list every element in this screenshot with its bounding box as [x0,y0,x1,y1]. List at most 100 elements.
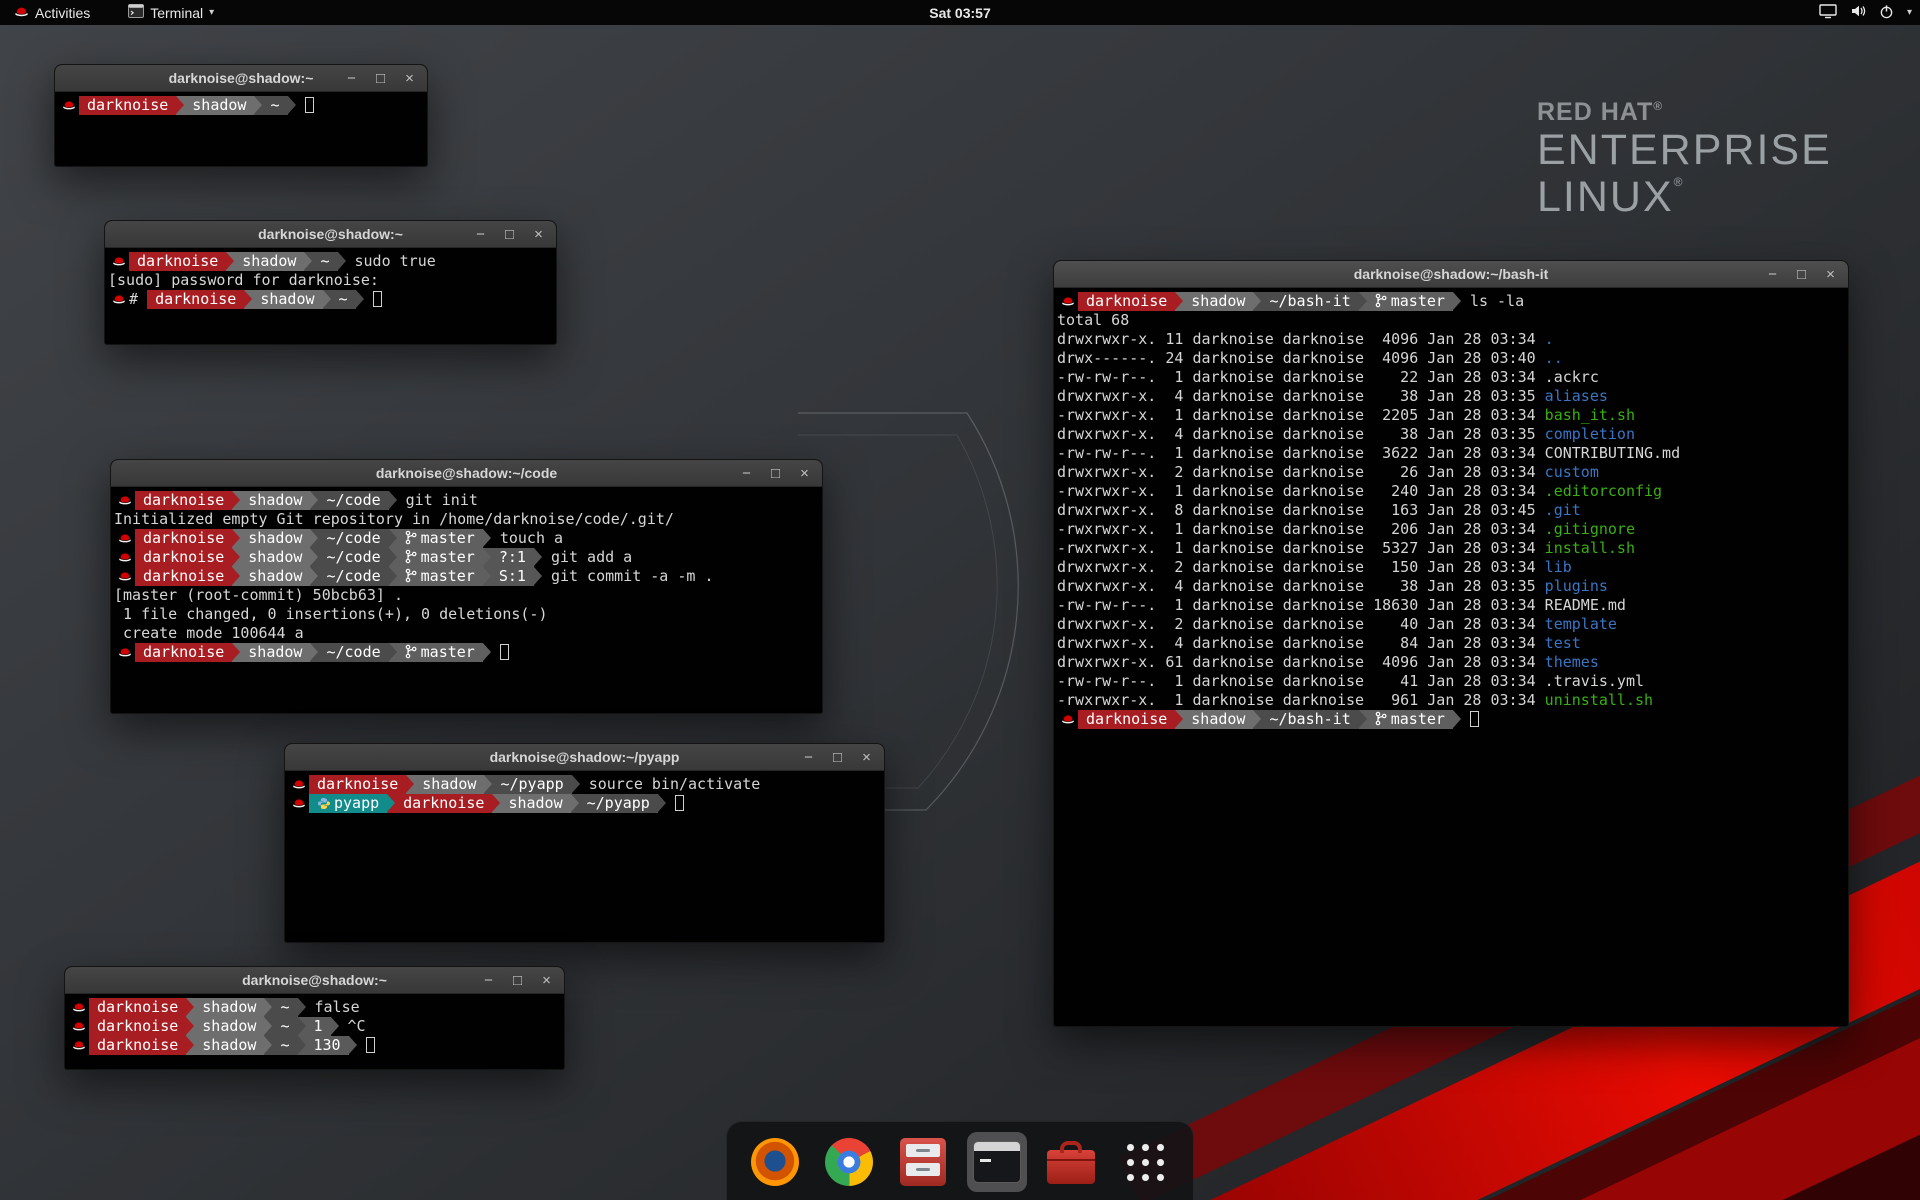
powerline-separator [264,1017,272,1036]
terminal-line: -rwxrwxr-x. 1 darknoise darknoise 206 Ja… [1057,520,1845,539]
output-text: aliases [1545,387,1608,405]
terminal-content[interactable]: darknoiseshadow~falsedarknoiseshadow~1^C… [65,994,564,1059]
output-text: drwxrwxr-x. 61 darknoise darknoise 4096 … [1057,653,1545,671]
toolbox-icon [1047,1150,1095,1184]
close-button[interactable]: × [531,227,546,242]
maximize-button[interactable]: □ [1794,267,1809,282]
firefox-icon [751,1138,799,1186]
terminal-line: pyappdarknoiseshadow~/pyapp [288,794,881,813]
powerline-separator [356,290,364,309]
prompt-segment-host: shadow [414,775,484,794]
powerline-separator-triangle [288,96,296,114]
powerline-separator [658,794,666,813]
terminal-content[interactable]: darknoiseshadow~/bash-itmasterls -latota… [1054,288,1848,733]
output-text: -rwxrwxr-x. 1 darknoise darknoise 961 Ja… [1057,691,1545,709]
powerline-separator-triangle [492,794,500,812]
minimize-button[interactable]: − [739,466,754,481]
minimize-button[interactable]: − [481,973,496,988]
powerline-separator [310,567,318,586]
window-titlebar[interactable]: darknoise@shadow:~−□× [105,221,556,248]
prompt-segment-path: ~/pyapp [492,775,571,794]
powerline-separator [1175,710,1183,729]
top-bar: Activities Terminal ▾ Sat 03:57 ▾ [0,0,1920,25]
prompt-segment-user: darknoise [129,252,226,271]
caret-down-icon: ▾ [1907,7,1912,18]
terminal-content[interactable]: darknoiseshadow~/codegit initInitialized… [111,487,822,666]
output-text: # [129,290,147,308]
powerline-separator [298,1036,306,1055]
minimize-button[interactable]: − [473,227,488,242]
software-toolbox-launcher[interactable] [1041,1132,1101,1192]
powerline-separator-triangle [310,548,318,566]
system-status-area[interactable]: ▾ [1819,0,1912,25]
terminal-launcher[interactable] [967,1132,1027,1192]
powerline-separator-triangle [310,491,318,509]
python-icon [317,797,330,810]
redhat-prompt-icon [68,1017,89,1036]
clock[interactable]: Sat 03:57 [929,5,990,21]
window-title: darknoise@shadow:~/bash-it [1354,266,1549,282]
prompt-segment-git: master [397,529,483,548]
maximize-button[interactable]: □ [373,71,388,86]
powerline-separator [338,252,346,271]
window-titlebar[interactable]: darknoise@shadow:~/code−□× [111,460,822,487]
activities-button[interactable]: Activities [8,0,96,25]
powerline-separator [186,998,194,1017]
powerline-separator [1359,710,1367,729]
powerline-separator-triangle [232,567,240,585]
powerline-separator [492,794,500,813]
close-button[interactable]: × [859,750,874,765]
minimize-button[interactable]: − [1765,267,1780,282]
close-button[interactable]: × [797,466,812,481]
output-text: [master (root-commit) 50bcb63] . [114,586,403,604]
output-text: [sudo] password for darknoise: [108,271,379,289]
maximize-button[interactable]: □ [510,973,525,988]
terminal-line: darknoiseshadow~sudo true [108,252,553,271]
maximize-button[interactable]: □ [502,227,517,242]
close-button[interactable]: × [1823,267,1838,282]
terminal-window: darknoise@shadow:~/pyapp−□×darknoiseshad… [284,743,885,943]
powerline-separator [406,775,414,794]
output-text: create mode 100644 a [114,624,304,642]
redhat-prompt-glyph [1061,294,1075,308]
prompt-segment-user: darknoise [1078,710,1175,729]
terminal-content[interactable]: darknoiseshadow~ [55,92,427,119]
window-titlebar[interactable]: darknoise@shadow:~/bash-it −□ × [1054,261,1848,288]
terminal-line: # darknoiseshadow~ [108,290,553,309]
minimize-button[interactable]: − [801,750,816,765]
prompt-segment-git: master [397,643,483,662]
files-launcher[interactable] [893,1132,953,1192]
minimize-button[interactable]: − [344,71,359,86]
terminal-content[interactable]: darknoiseshadow~sudo true[sudo] password… [105,248,556,313]
terminal-line: darknoiseshadow~/codegit init [114,491,819,510]
powerline-separator [331,1017,339,1036]
close-button[interactable]: × [402,71,417,86]
prompt-segment-host: shadow [194,1017,264,1036]
powerline-separator-triangle [406,775,414,793]
window-titlebar[interactable]: darknoise@shadow:~−□× [55,65,427,92]
git-branch-icon [405,644,417,659]
terminal-content[interactable]: darknoiseshadow~/pyappsource bin/activat… [285,771,884,817]
maximize-button[interactable]: □ [768,466,783,481]
chrome-launcher[interactable] [819,1132,879,1192]
powerline-separator-triangle [186,1036,194,1054]
output-text: drwxrwxr-x. 8 darknoise darknoise 163 Ja… [1057,501,1545,519]
firefox-launcher[interactable] [745,1132,805,1192]
terminal-line: drwxrwxr-x. 8 darknoise darknoise 163 Ja… [1057,501,1845,520]
window-controls: −□ × [1765,261,1838,287]
powerline-separator-triangle [232,491,240,509]
output-text: . [1545,330,1554,348]
terminal-line: darknoiseshadow~/codemaster?:1git add a [114,548,819,567]
window-titlebar[interactable]: darknoise@shadow:~−□× [65,967,564,994]
window-titlebar[interactable]: darknoise@shadow:~/pyapp−□× [285,744,884,771]
close-button[interactable]: × [539,973,554,988]
terminal-window: darknoise@shadow:~−□×darknoiseshadow~sud… [104,220,557,345]
maximize-button[interactable]: □ [830,750,845,765]
prompt-segment-path: ~ [262,96,287,115]
show-applications-launcher[interactable] [1115,1132,1175,1192]
powerline-separator-triangle [534,567,542,585]
prompt-segment-user: darknoise [89,998,186,1017]
redhat-prompt-icon [58,96,79,115]
terminal-cursor [373,291,382,307]
app-menu-terminal[interactable]: Terminal ▾ [122,0,220,25]
